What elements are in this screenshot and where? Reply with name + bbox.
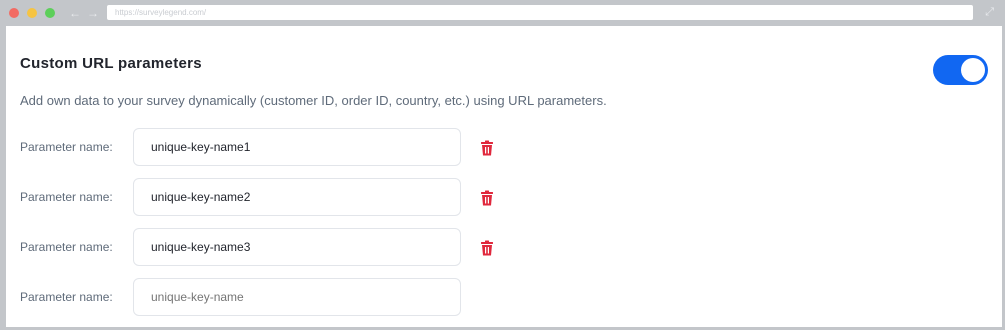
trash-icon[interactable] bbox=[479, 140, 495, 156]
parameter-row: Parameter name: bbox=[20, 178, 520, 218]
close-window-dot[interactable] bbox=[9, 8, 19, 18]
expand-icon[interactable]: ⤢ bbox=[985, 6, 994, 19]
parameter-label: Parameter name: bbox=[20, 290, 113, 304]
parameter-label: Parameter name: bbox=[20, 140, 113, 154]
parameter-row: Parameter name: bbox=[20, 128, 520, 168]
parameter-input[interactable] bbox=[133, 128, 461, 166]
custom-url-params-toggle[interactable] bbox=[933, 55, 988, 85]
address-bar[interactable]: https://surveylegend.com/ bbox=[107, 5, 973, 20]
toggle-knob bbox=[961, 58, 985, 82]
parameter-input[interactable] bbox=[133, 228, 461, 266]
parameter-row: Parameter name: bbox=[20, 278, 520, 318]
parameter-input-empty[interactable] bbox=[133, 278, 461, 316]
settings-panel: Custom URL parameters Add own data to yo… bbox=[6, 26, 1002, 327]
forward-arrow-icon[interactable]: → bbox=[87, 6, 99, 20]
trash-icon[interactable] bbox=[479, 190, 495, 206]
minimize-window-dot[interactable] bbox=[27, 8, 37, 18]
parameter-label: Parameter name: bbox=[20, 190, 113, 204]
browser-window: ← → https://surveylegend.com/ ⤢ Custom U… bbox=[0, 0, 1005, 330]
browser-toolbar: ← → https://surveylegend.com/ ⤢ bbox=[3, 3, 1002, 23]
parameter-input[interactable] bbox=[133, 178, 461, 216]
section-description: Add own data to your survey dynamically … bbox=[20, 93, 607, 108]
parameter-row: Parameter name: bbox=[20, 228, 520, 268]
section-title: Custom URL parameters bbox=[20, 55, 202, 72]
parameter-label: Parameter name: bbox=[20, 240, 113, 254]
maximize-window-dot[interactable] bbox=[45, 8, 55, 18]
trash-icon[interactable] bbox=[479, 240, 495, 256]
back-arrow-icon[interactable]: ← bbox=[69, 6, 81, 20]
